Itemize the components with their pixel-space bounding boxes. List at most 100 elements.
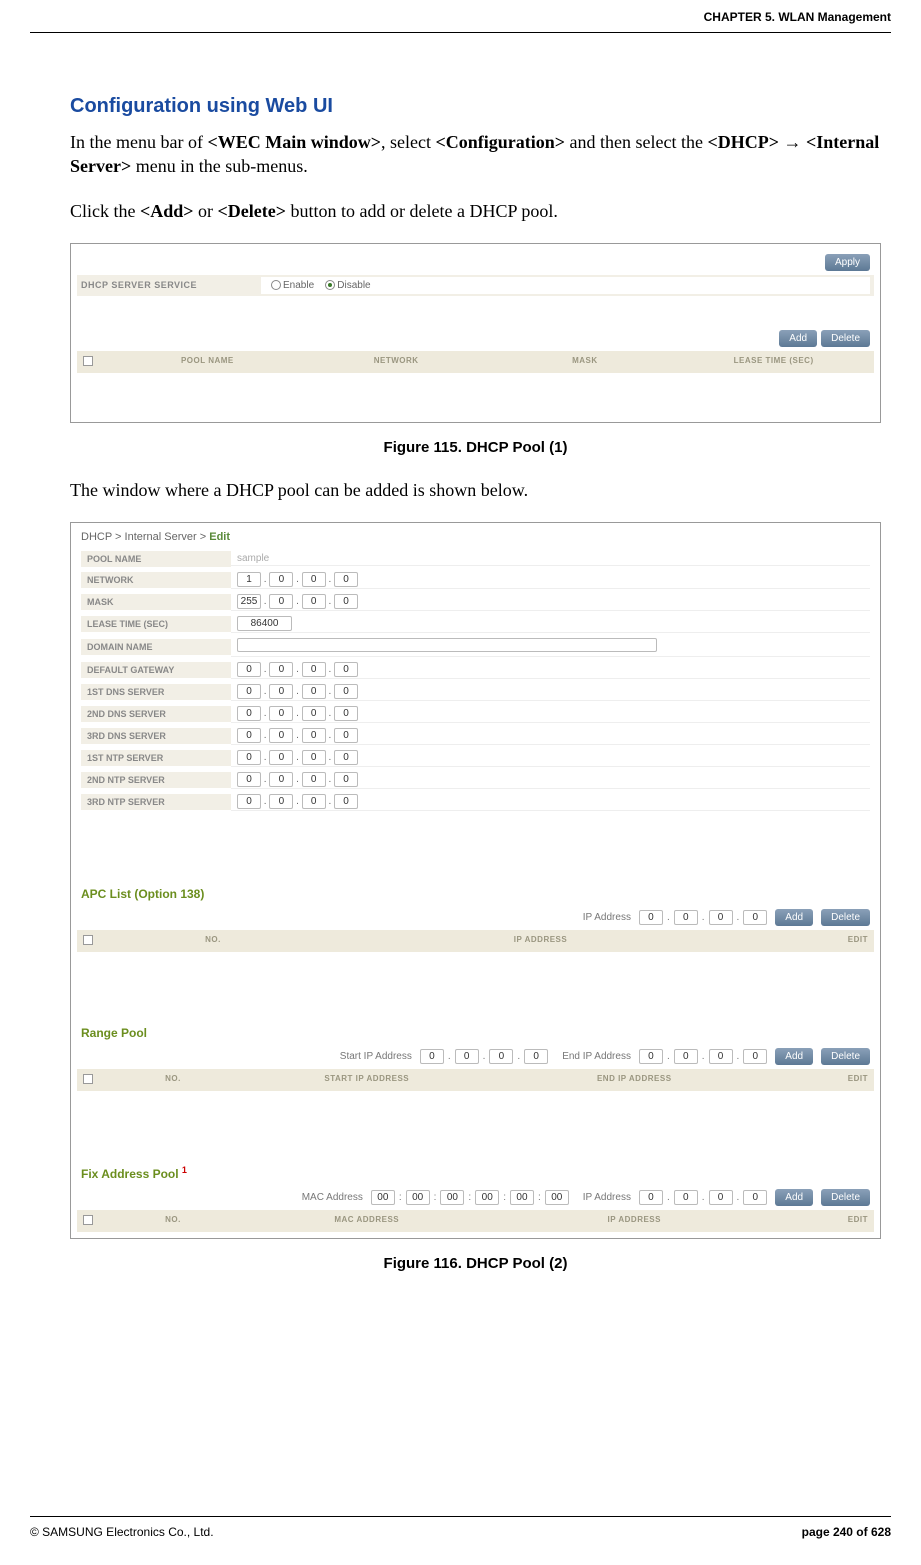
checkbox-all[interactable] — [83, 356, 93, 366]
ip-octet[interactable]: 0 — [334, 572, 358, 587]
ip-octet[interactable]: 0 — [302, 728, 326, 743]
th: MAC ADDRESS — [233, 1215, 501, 1227]
ip-octet[interactable]: 0 — [334, 706, 358, 721]
domain-input[interactable] — [237, 638, 657, 652]
ip-octet[interactable]: 0 — [674, 1049, 698, 1064]
mac-octet[interactable]: 00 — [545, 1190, 569, 1205]
fix-add-button[interactable]: Add — [775, 1189, 813, 1206]
ip-octet[interactable]: 0 — [237, 728, 261, 743]
crumb: DHCP — [81, 531, 112, 543]
range-end-label: End IP Address — [562, 1051, 631, 1062]
apc-add-button[interactable]: Add — [775, 909, 813, 926]
ip-octet[interactable]: 0 — [489, 1049, 513, 1064]
ip-octet[interactable]: 0 — [302, 684, 326, 699]
range-add-button[interactable]: Add — [775, 1048, 813, 1065]
ip-octet[interactable]: 0 — [674, 1190, 698, 1205]
checkbox-all[interactable] — [83, 1074, 93, 1084]
ip-octet[interactable]: 0 — [269, 728, 293, 743]
mac-octet[interactable]: 00 — [371, 1190, 395, 1205]
checkbox-all[interactable] — [83, 1215, 93, 1225]
ip-octet[interactable]: 0 — [639, 1049, 663, 1064]
table-header: POOL NAME NETWORK MASK LEASE TIME (SEC) — [77, 351, 874, 373]
radio-enable[interactable] — [271, 280, 281, 290]
ip-octet[interactable]: 0 — [639, 910, 663, 925]
footer-rule — [30, 1516, 891, 1517]
mac-octet[interactable]: 00 — [440, 1190, 464, 1205]
ip-octet[interactable]: 0 — [269, 706, 293, 721]
ip-octet[interactable]: 0 — [269, 794, 293, 809]
dhcp-service-label: DHCP SERVER SERVICE — [81, 280, 261, 290]
ip-octet[interactable]: 0 — [709, 910, 733, 925]
page-header: CHAPTER 5. WLAN Management — [704, 10, 891, 24]
ip-octet[interactable]: 0 — [237, 794, 261, 809]
ip-octet[interactable]: 0 — [269, 772, 293, 787]
delete-button[interactable]: Delete — [821, 330, 870, 347]
ip-octet[interactable]: 0 — [302, 706, 326, 721]
mac-octet[interactable]: 00 — [510, 1190, 534, 1205]
ip-octet[interactable]: 0 — [334, 728, 358, 743]
ip-octet[interactable]: 0 — [709, 1190, 733, 1205]
ip-octet[interactable]: 0 — [420, 1049, 444, 1064]
lease-input[interactable]: 86400 — [237, 616, 292, 631]
paragraph-3: The window where a DHCP pool can be adde… — [70, 478, 881, 502]
figure-116-screenshot: DHCP > Internal Server > Edit POOL NAMEs… — [70, 522, 881, 1239]
ip-octet[interactable]: 0 — [334, 772, 358, 787]
ip-octet[interactable]: 0 — [302, 594, 326, 609]
ip-octet[interactable]: 0 — [743, 1190, 767, 1205]
ip-octet[interactable]: 0 — [639, 1190, 663, 1205]
add-button[interactable]: Add — [779, 330, 817, 347]
ip-octet[interactable]: 0 — [269, 662, 293, 677]
mac-octet[interactable]: 00 — [475, 1190, 499, 1205]
ip-octet[interactable]: 0 — [674, 910, 698, 925]
ip-octet[interactable]: 0 — [743, 1049, 767, 1064]
th: IP ADDRESS — [313, 935, 768, 947]
ip-octet[interactable]: 0 — [334, 684, 358, 699]
dns1-label: 1ST DNS SERVER — [81, 684, 231, 700]
ip-octet[interactable]: 1 — [237, 572, 261, 587]
ip-octet[interactable]: 0 — [334, 750, 358, 765]
ip-octet[interactable]: 0 — [237, 772, 261, 787]
text: and then select the — [565, 132, 707, 152]
pool-name-label: POOL NAME — [81, 551, 231, 567]
ip-octet[interactable]: 0 — [269, 572, 293, 587]
mac-octet[interactable]: 00 — [406, 1190, 430, 1205]
text-bold: <WEC Main window> — [207, 132, 381, 152]
ip-octet[interactable]: 0 — [334, 662, 358, 677]
footer-copyright: © SAMSUNG Electronics Co., Ltd. — [30, 1525, 214, 1539]
ip-octet[interactable]: 0 — [237, 662, 261, 677]
checkbox-all[interactable] — [83, 935, 93, 945]
ip-octet[interactable]: 0 — [334, 594, 358, 609]
apply-button[interactable]: Apply — [825, 254, 870, 271]
radio-disable[interactable] — [325, 280, 335, 290]
ip-octet[interactable]: 0 — [302, 794, 326, 809]
ip-octet[interactable]: 0 — [269, 750, 293, 765]
th: NO. — [113, 1215, 233, 1227]
ip-octet[interactable]: 0 — [269, 594, 293, 609]
ip-octet[interactable]: 0 — [237, 706, 261, 721]
ip-octet[interactable]: 0 — [237, 750, 261, 765]
ip-octet[interactable]: 255 — [237, 594, 261, 609]
ip-octet[interactable]: 0 — [743, 910, 767, 925]
ip-octet[interactable]: 0 — [334, 794, 358, 809]
ip-octet[interactable]: 0 — [237, 684, 261, 699]
text: In the menu bar of — [70, 132, 207, 152]
ip-octet[interactable]: 0 — [302, 662, 326, 677]
crumb: Internal Server — [125, 531, 197, 543]
range-start-label: Start IP Address — [340, 1051, 412, 1062]
figure-115-screenshot: Apply DHCP SERVER SERVICE Enable Disable… — [70, 243, 881, 423]
ip-octet[interactable]: 0 — [269, 684, 293, 699]
fix-delete-button[interactable]: Delete — [821, 1189, 870, 1206]
ip-octet[interactable]: 0 — [709, 1049, 733, 1064]
fix-ip-label: IP Address — [583, 1192, 631, 1203]
range-delete-button[interactable]: Delete — [821, 1048, 870, 1065]
paragraph-1: In the menu bar of <WEC Main window>, se… — [70, 130, 881, 179]
arrow-icon: → — [779, 132, 806, 152]
ip-octet[interactable]: 0 — [524, 1049, 548, 1064]
ip-octet[interactable]: 0 — [455, 1049, 479, 1064]
ip-octet[interactable]: 0 — [302, 750, 326, 765]
footer-page-number: page 240 of 628 — [802, 1525, 891, 1539]
apc-delete-button[interactable]: Delete — [821, 909, 870, 926]
figure-116-caption: Figure 116. DHCP Pool (2) — [70, 1255, 881, 1272]
ip-octet[interactable]: 0 — [302, 772, 326, 787]
ip-octet[interactable]: 0 — [302, 572, 326, 587]
